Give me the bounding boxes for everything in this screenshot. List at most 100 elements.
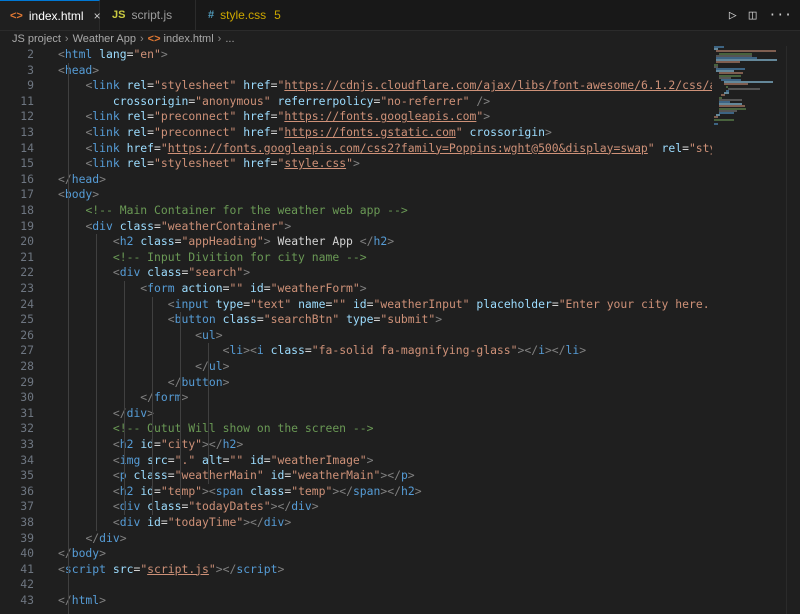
line-content: <input type="text" name="" id="weatherIn… xyxy=(58,297,712,313)
split-editor-icon[interactable]: ◫ xyxy=(749,8,757,23)
code-token: Weather App xyxy=(270,234,360,249)
code-line[interactable]: 30 </form> xyxy=(0,390,712,406)
breadcrumb-folder-weather-app[interactable]: Weather App xyxy=(73,33,136,45)
more-actions-icon[interactable]: ··· xyxy=(769,8,792,23)
line-number: 3 xyxy=(27,62,34,77)
code-token: class xyxy=(222,312,257,327)
editor-tab-bar: <> index.html × JS script.js # style.css 5 xyxy=(0,0,800,31)
code-token: </ xyxy=(359,234,374,249)
code-line[interactable]: 17 <body> xyxy=(0,187,712,203)
vertical-scrollbar[interactable] xyxy=(786,46,800,614)
code-token: = xyxy=(263,281,271,295)
code-line[interactable]: 43 </html> xyxy=(0,593,712,609)
line-number: 42 xyxy=(20,577,34,592)
code-token: rel xyxy=(126,109,148,124)
code-line[interactable]: 16 </head> xyxy=(0,172,712,188)
code-token: referrerpolicy xyxy=(277,93,374,108)
code-token: > xyxy=(366,452,374,467)
code-line[interactable]: 13 <link rel="preconnect" href="https://… xyxy=(0,125,712,141)
tab-script-js[interactable]: JS script.js xyxy=(100,0,196,30)
code-line[interactable]: 15 <link rel="stylesheet" href="style.cs… xyxy=(0,156,712,172)
line-number: 15 xyxy=(20,156,34,171)
code-line[interactable]: 32 <!-- Outut Will show on the screen --… xyxy=(0,421,712,437)
code-token: https://fonts.googleapis.com xyxy=(284,109,477,124)
code-line[interactable]: 3 <head> xyxy=(0,63,712,79)
code-line[interactable]: 26 <ul> xyxy=(0,328,712,344)
code-token: https://fonts.googleapis.com/css2?family… xyxy=(167,140,648,155)
tab-index-html[interactable]: <> index.html × xyxy=(0,0,101,30)
code-token: "" xyxy=(229,281,244,295)
line-number: 19 xyxy=(20,218,34,233)
breadcrumb-symbol[interactable]: ... xyxy=(225,33,234,45)
code-line[interactable]: 14 <link href="https://fonts.googleapis.… xyxy=(0,141,712,157)
code-token: style.css xyxy=(284,156,347,171)
code-token: </ xyxy=(58,171,72,186)
indent-guide xyxy=(68,62,69,203)
code-token: "searchBtn" xyxy=(263,312,340,327)
code-token: > xyxy=(99,546,107,561)
code-token: = xyxy=(167,468,175,483)
code-line[interactable]: 19 <div class="weatherContainer"> xyxy=(0,219,712,235)
code-line[interactable]: 37 <div class="todayDates"></div> xyxy=(0,499,712,515)
code-line[interactable]: 27 <li><i class="fa-solid fa-magnifying-… xyxy=(0,343,712,359)
minimap[interactable] xyxy=(714,46,784,126)
code-line[interactable]: 22 <div class="search"> xyxy=(0,265,712,281)
code-token: "weatherImage" xyxy=(270,452,367,467)
code-line[interactable]: 36 <h2 id="temp"><span class="temp"></sp… xyxy=(0,484,712,500)
code-line[interactable]: 40 </body> xyxy=(0,546,712,562)
code-line[interactable]: 25 <button class="searchBtn" type="submi… xyxy=(0,312,712,328)
code-line[interactable]: 2 <html lang="en"> xyxy=(0,47,712,63)
code-line[interactable]: 31 </div> xyxy=(0,406,712,422)
code-token: = xyxy=(154,483,161,498)
code-token: id xyxy=(250,452,264,467)
breadcrumb-folder-js-project[interactable]: JS project xyxy=(12,33,61,45)
code-token: ></ xyxy=(517,343,539,358)
code-line[interactable]: 42 xyxy=(0,577,712,593)
minimap-line xyxy=(716,61,741,64)
line-number: 11 xyxy=(20,93,34,108)
code-token: html xyxy=(64,47,93,61)
code-line[interactable]: 23 <form action="" id="weatherForm"> xyxy=(0,281,712,297)
tab-style-css[interactable]: # style.css 5 xyxy=(196,0,296,30)
code-token: id xyxy=(270,468,285,483)
indent-guide xyxy=(180,312,181,500)
code-line[interactable]: 24 <input type="text" name="" id="weathe… xyxy=(0,297,712,313)
code-line[interactable]: 33 <h2 id="city"></h2> xyxy=(0,437,712,453)
code-line[interactable]: 11 crossorigin="anonymous" referrerpolic… xyxy=(0,94,712,110)
chevron-right-icon: › xyxy=(64,33,69,45)
code-token: "submit" xyxy=(380,312,436,327)
code-line[interactable]: 9 <link rel="stylesheet" href="https://c… xyxy=(0,78,712,94)
code-line[interactable]: 35 <p class="weatherMain" id="weatherMai… xyxy=(0,468,712,484)
code-token: button xyxy=(181,374,223,389)
code-editor[interactable]: 2 <html lang="en"> 3 <head> 9 <link rel="sty… xyxy=(0,46,712,614)
code-line[interactable]: 20 <h2 class="appHeading"> Weather App <… xyxy=(0,234,712,250)
line-number: 2 xyxy=(27,47,34,61)
code-line[interactable]: 38 <div id="todayTime"></div> xyxy=(0,515,712,531)
code-line[interactable]: 29 </button> xyxy=(0,375,712,391)
line-content: </div> xyxy=(58,406,154,422)
breadcrumb-file[interactable]: index.html xyxy=(164,33,214,45)
code-line[interactable]: 34 <img src="." alt="" id="weatherImage"… xyxy=(0,453,712,469)
code-line[interactable]: 41 <script src="script.js"></script> xyxy=(0,562,712,578)
code-token: img xyxy=(119,452,141,467)
run-icon[interactable]: ▷ xyxy=(729,8,737,23)
code-token: ></ xyxy=(544,343,566,358)
code-line[interactable]: 28 </ul> xyxy=(0,359,712,375)
code-line[interactable]: 18 <!-- Main Container for the weather w… xyxy=(0,203,712,219)
line-number: 24 xyxy=(20,296,34,311)
line-content: <h2 id="city"></h2> xyxy=(58,437,243,453)
code-line[interactable]: 21 <!-- Input Divition for city name --> xyxy=(0,250,712,266)
line-number: 31 xyxy=(20,405,34,420)
code-line[interactable]: 39 </div> xyxy=(0,531,712,547)
code-line[interactable]: 12 <link rel="preconnect" href="https://… xyxy=(0,109,712,125)
line-content: <html lang="en"> xyxy=(58,47,168,63)
